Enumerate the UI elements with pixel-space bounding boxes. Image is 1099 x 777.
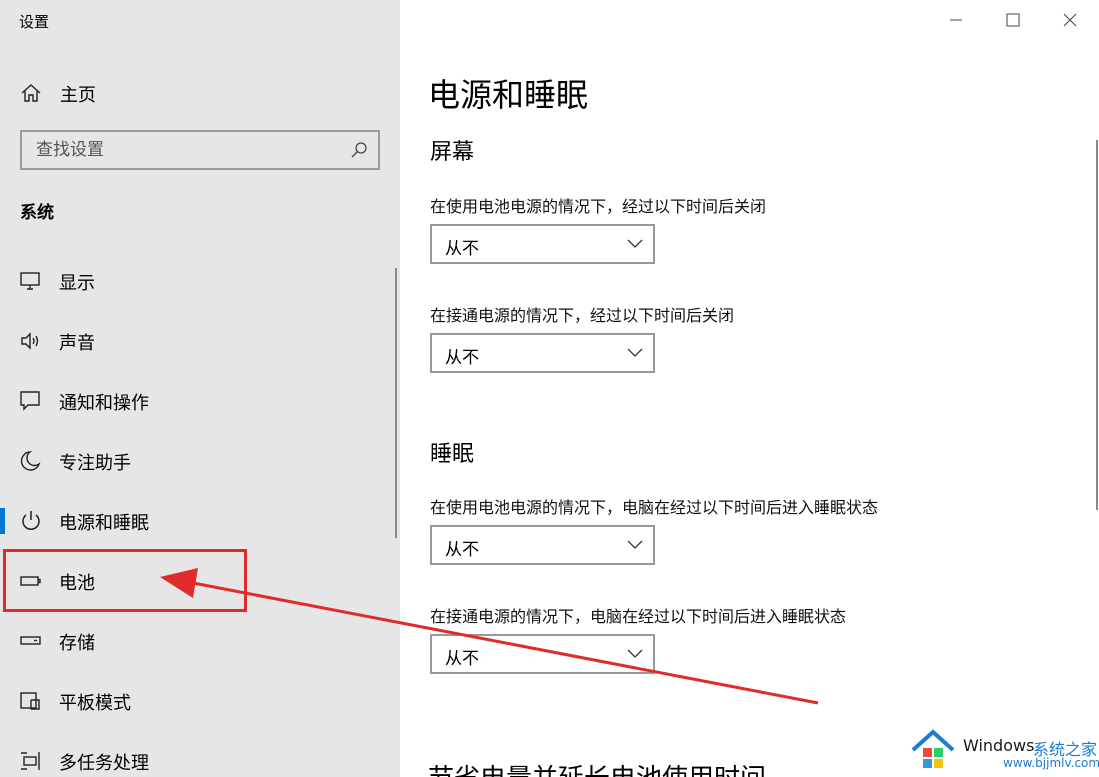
watermark: Windows 系统之家 www.bjjmlv.com: [908, 726, 1099, 776]
sleep-plugged-dropdown[interactable]: 从不: [430, 634, 655, 674]
search-icon[interactable]: [350, 141, 368, 159]
search-box[interactable]: [20, 130, 380, 170]
home-label: 主页: [60, 85, 96, 106]
section-title: 系统: [20, 203, 54, 223]
main-scrollbar[interactable]: [1096, 140, 1098, 510]
window-controls: [928, 0, 1099, 40]
screen-plugged-label: 在接通电源的情况下，经过以下时间后关闭: [430, 306, 735, 325]
sidebar-item-sound[interactable]: 声音: [0, 310, 400, 370]
sidebar-item-focus-assist[interactable]: 专注助手: [0, 430, 400, 490]
battery-saving-heading: 节省电量并延长电池使用时间: [428, 758, 766, 777]
watermark-name: Windows: [963, 736, 1035, 755]
sidebar-item-label: 平板模式: [59, 693, 131, 714]
screen-battery-label: 在使用电池电源的情况下，经过以下时间后关闭: [430, 197, 767, 216]
multitask-icon: [20, 750, 42, 772]
sidebar-item-battery[interactable]: 电池: [0, 550, 400, 610]
power-icon: [20, 510, 42, 532]
storage-icon: [20, 630, 42, 652]
page-title: 电源和睡眠: [428, 76, 589, 114]
sleep-battery-dropdown[interactable]: 从不: [430, 525, 655, 565]
tablet-icon: [20, 690, 42, 712]
sleep-heading: 睡眠: [430, 442, 475, 467]
close-button[interactable]: [1042, 0, 1099, 40]
dropdown-value: 从不: [445, 649, 479, 669]
sidebar-item-tablet-mode[interactable]: 平板模式: [0, 670, 400, 730]
chevron-down-icon: [627, 540, 643, 549]
app-title: 设置: [19, 13, 50, 31]
sidebar-item-storage[interactable]: 存储: [0, 610, 400, 670]
dropdown-value: 从不: [445, 348, 479, 368]
search-input[interactable]: [22, 132, 342, 168]
sidebar: 设置 主页 系统: [0, 0, 400, 777]
main-content: 电源和睡眠 屏幕 在使用电池电源的情况下，经过以下时间后关闭 从不 在接通电源的…: [400, 0, 1099, 777]
sidebar-item-power-sleep[interactable]: 电源和睡眠: [0, 490, 400, 550]
home-icon: [20, 82, 42, 104]
sidebar-item-label: 声音: [59, 333, 95, 354]
sidebar-item-notifications[interactable]: 通知和操作: [0, 370, 400, 430]
screen-battery-dropdown[interactable]: 从不: [430, 224, 655, 264]
screen-plugged-dropdown[interactable]: 从不: [430, 333, 655, 373]
sidebar-item-label: 存储: [59, 633, 95, 654]
sidebar-item-label: 电池: [59, 573, 95, 594]
sleep-battery-label: 在使用电池电源的情况下，电脑在经过以下时间后进入睡眠状态: [430, 498, 879, 517]
watermark-url: www.bjjmlv.com: [1003, 756, 1099, 770]
speaker-icon: [20, 330, 42, 352]
sidebar-item-label: 多任务处理: [59, 753, 149, 774]
dropdown-value: 从不: [445, 540, 479, 560]
maximize-button[interactable]: [985, 0, 1042, 40]
battery-icon: [20, 570, 42, 592]
chevron-down-icon: [627, 649, 643, 658]
chevron-down-icon: [627, 239, 643, 248]
close-icon: [1063, 13, 1077, 27]
minimize-button[interactable]: [928, 0, 985, 40]
home-link[interactable]: 主页: [0, 72, 400, 112]
sidebar-item-label: 专注助手: [59, 453, 131, 474]
screen-heading: 屏幕: [430, 140, 475, 165]
minimize-icon: [950, 19, 962, 21]
sidebar-item-label: 显示: [59, 273, 95, 294]
house-logo-icon: [911, 729, 955, 768]
sleep-plugged-label: 在接通电源的情况下，电脑在经过以下时间后进入睡眠状态: [430, 607, 847, 626]
sidebar-item-label: 通知和操作: [59, 393, 149, 414]
sidebar-item-label: 电源和睡眠: [59, 513, 149, 534]
maximize-icon: [1006, 13, 1020, 27]
sidebar-item-display[interactable]: 显示: [0, 250, 400, 310]
settings-window: 设置 主页 系统: [0, 0, 1099, 777]
monitor-icon: [20, 270, 42, 292]
sidebar-item-multitasking[interactable]: 多任务处理: [0, 730, 400, 777]
notification-icon: [20, 390, 42, 412]
dropdown-value: 从不: [445, 239, 479, 259]
sidebar-nav: 显示 声音 通知和操作 专注助手 电源和睡眠 电池 存储 平板模式 多任务处理: [0, 250, 400, 777]
moon-icon: [20, 450, 42, 472]
sidebar-scrollbar[interactable]: [395, 268, 397, 538]
chevron-down-icon: [627, 348, 643, 357]
